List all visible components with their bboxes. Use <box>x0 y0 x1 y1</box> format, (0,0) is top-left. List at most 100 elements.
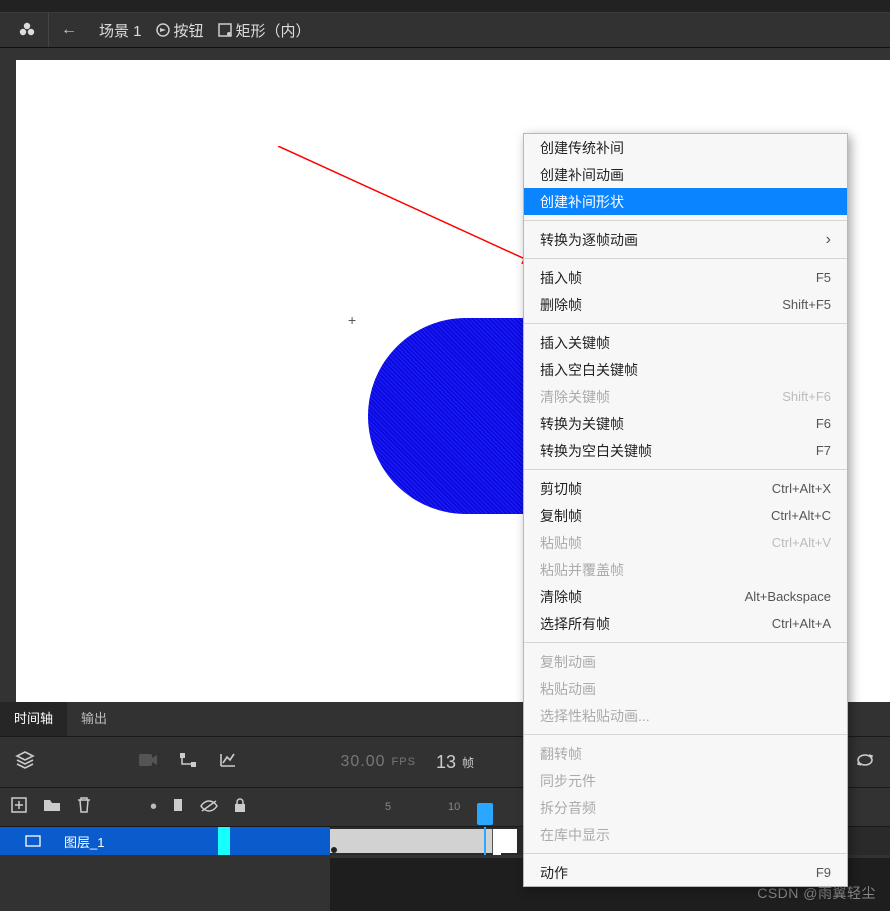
fps-label: FPS <box>392 756 416 768</box>
menu-item-shortcut: F5 <box>816 270 831 285</box>
menu-item-label: 插入关键帧 <box>540 333 610 353</box>
menu-item-label: 粘贴动画 <box>540 679 596 699</box>
layer-parent-icon[interactable] <box>178 751 198 774</box>
menu-item[interactable]: 创建补间形状 <box>524 188 847 215</box>
menu-item[interactable]: 删除帧Shift+F5 <box>524 291 847 318</box>
menu-item-shortcut: Ctrl+Alt+C <box>771 508 831 523</box>
frame-span-end[interactable] <box>492 829 517 853</box>
menu-item-label: 在库中显示 <box>540 825 610 845</box>
current-frame[interactable]: 13 <box>436 752 456 773</box>
menu-item-label: 创建补间形状 <box>540 192 624 212</box>
layer-name[interactable]: 图层_1 <box>64 832 104 851</box>
edit-bar: ← 场景 1 按钮 矩形（内） <box>0 12 890 48</box>
menu-item-shortcut: Shift+F6 <box>782 389 831 404</box>
menu-item-label: 剪切帧 <box>540 479 582 499</box>
menu-item-label: 选择所有帧 <box>540 614 610 634</box>
menu-item[interactable]: 转换为逐帧动画 <box>524 226 847 253</box>
menu-item: 粘贴动画 <box>524 675 847 702</box>
menu-item-label: 创建补间动画 <box>540 165 624 185</box>
menu-item[interactable]: 插入关键帧 <box>524 329 847 356</box>
breadcrumb-button-symbol[interactable]: 按钮 <box>154 20 204 41</box>
new-folder-icon[interactable] <box>42 797 62 818</box>
scene-label: 场景 1 <box>99 20 142 41</box>
menu-item-shortcut: F6 <box>816 416 831 431</box>
menu-item-label: 插入帧 <box>540 268 582 288</box>
titlebar-strip <box>0 0 890 12</box>
menu-separator <box>524 220 847 221</box>
breadcrumb-shape-symbol[interactable]: 矩形（内） <box>216 20 311 41</box>
menu-item-label: 清除帧 <box>540 587 582 607</box>
loop-icon[interactable] <box>854 751 876 774</box>
menu-item-label: 创建传统补间 <box>540 138 624 158</box>
layer-color-swatch <box>218 827 230 855</box>
menu-item-label: 复制动画 <box>540 652 596 672</box>
menu-item-label: 转换为逐帧动画 <box>540 230 638 250</box>
menu-item-label: 拆分音频 <box>540 798 596 818</box>
menu-item[interactable]: 转换为关键帧 F6 <box>524 410 847 437</box>
menu-item[interactable]: 剪切帧Ctrl+Alt+X <box>524 475 847 502</box>
camera-icon[interactable] <box>138 752 158 773</box>
layers-icon[interactable] <box>14 749 36 776</box>
menu-item[interactable]: 插入帧 F5 <box>524 264 847 291</box>
menu-item[interactable]: 清除帧 Alt+Backspace <box>524 583 847 610</box>
menu-item: 同步元件 <box>524 767 847 794</box>
menu-item: 复制动画 <box>524 648 847 675</box>
menu-item[interactable]: 创建补间动画 <box>524 161 847 188</box>
menu-item-label: 复制帧 <box>540 506 582 526</box>
registration-crosshair: + <box>348 312 356 328</box>
shape-symbol-label: 矩形（内） <box>236 20 311 41</box>
frame-context-menu: 创建传统补间创建补间动画创建补间形状转换为逐帧动画插入帧F5删除帧Shift+F… <box>523 133 848 887</box>
menu-item: 粘贴并覆盖帧 <box>524 556 847 583</box>
menu-item[interactable]: 插入空白关键帧 <box>524 356 847 383</box>
menu-item-label: 同步元件 <box>540 771 596 791</box>
menu-item-label: 粘贴并覆盖帧 <box>540 560 624 580</box>
fps-value[interactable]: 30.00 <box>341 753 386 771</box>
menu-item-shortcut: F7 <box>816 443 831 458</box>
menu-separator <box>524 734 847 735</box>
graph-icon[interactable] <box>218 751 238 774</box>
button-symbol-label: 按钮 <box>174 20 204 41</box>
menu-item[interactable]: 选择所有帧Ctrl+Alt+A <box>524 610 847 637</box>
layer-type-icon <box>24 833 42 849</box>
button-symbol-icon <box>154 21 172 39</box>
menu-item: 清除关键帧 Shift+F6 <box>524 383 847 410</box>
menu-item-label: 动作 <box>540 863 568 883</box>
menu-separator <box>524 853 847 854</box>
menu-item[interactable]: 复制帧 Ctrl+Alt+C <box>524 502 847 529</box>
ruler-tick-10: 10 <box>448 801 460 813</box>
lock-icon[interactable] <box>233 797 247 818</box>
highlight-dot-icon[interactable]: • <box>150 796 157 819</box>
menu-item-label: 选择性粘贴动画... <box>540 706 650 726</box>
menu-item: 粘贴帧 Ctrl+Alt+V <box>524 529 847 556</box>
menu-item: 拆分音频 <box>524 794 847 821</box>
menu-separator <box>524 258 847 259</box>
tab-output[interactable]: 输出 <box>67 702 121 736</box>
new-layer-icon[interactable] <box>10 796 28 819</box>
delete-layer-icon[interactable] <box>76 796 92 819</box>
menu-separator <box>524 469 847 470</box>
menu-separator <box>524 323 847 324</box>
frame-label: 帧 <box>462 754 474 771</box>
visibility-icon[interactable] <box>199 797 219 818</box>
menu-item-label: 粘贴帧 <box>540 533 582 553</box>
menu-item-label: 转换为关键帧 <box>540 414 624 434</box>
app-icon[interactable] <box>6 13 49 47</box>
breadcrumb-scene[interactable]: 场景 1 <box>99 20 142 41</box>
frame-span[interactable] <box>330 829 492 853</box>
playhead[interactable] <box>484 827 486 855</box>
shape-symbol-icon <box>216 21 234 39</box>
menu-item[interactable]: 创建传统补间 <box>524 134 847 161</box>
back-arrow[interactable]: ← <box>55 15 83 45</box>
menu-item-shortcut: Ctrl+Alt+V <box>772 535 831 550</box>
menu-item-shortcut: F9 <box>816 865 831 880</box>
menu-item[interactable]: 转换为空白关键帧 F7 <box>524 437 847 464</box>
tab-timeline[interactable]: 时间轴 <box>0 702 67 736</box>
menu-item-label: 删除帧 <box>540 295 582 315</box>
menu-item-label: 转换为空白关键帧 <box>540 441 652 461</box>
menu-item[interactable]: 动作 F9 <box>524 859 847 886</box>
outline-icon[interactable] <box>171 797 185 818</box>
menu-item: 在库中显示 <box>524 821 847 848</box>
menu-item-label: 翻转帧 <box>540 744 582 764</box>
menu-item-label: 清除关键帧 <box>540 387 610 407</box>
menu-item-shortcut: Alt+Backspace <box>745 589 831 604</box>
